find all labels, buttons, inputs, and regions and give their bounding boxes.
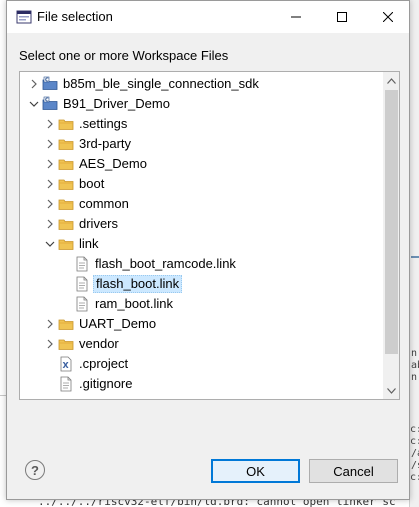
console-fragment: n <box>411 372 418 383</box>
tree-item-label: common <box>79 196 129 211</box>
tree-item-label: .settings <box>79 116 128 131</box>
chevron-right-icon[interactable] <box>44 338 56 350</box>
folder-icon <box>58 216 74 232</box>
chevron-right-icon[interactable] <box>44 138 56 150</box>
console-fragment: c:/ <box>410 436 419 447</box>
tree-item-folder[interactable]: vendor <box>20 334 383 354</box>
console-fragment: /s <box>411 460 419 471</box>
tree-item-folder[interactable]: link <box>20 234 383 254</box>
dialog-title: File selection <box>37 9 113 24</box>
workspace-file-tree[interactable]: Cb85m_ble_single_connection_sdk C B91_Driv… <box>19 71 400 400</box>
chevron-down-icon[interactable] <box>28 98 40 110</box>
file-icon <box>74 256 90 272</box>
minimize-button[interactable] <box>273 1 319 33</box>
ok-button[interactable]: OK <box>211 459 300 483</box>
console-fragment: c: <box>410 424 419 435</box>
tree-item-folder[interactable]: UART_Demo <box>20 314 383 334</box>
folder-icon <box>58 176 74 192</box>
console-fragment: n <box>411 348 418 359</box>
tree-item-file[interactable]: flash_boot.link <box>20 274 383 294</box>
tree-item-label: vendor <box>79 336 119 351</box>
tree-item-label: link <box>79 236 99 251</box>
chevron-right-icon[interactable] <box>44 318 56 330</box>
svg-text:X: X <box>63 361 70 370</box>
tree-item-label: drivers <box>79 216 119 231</box>
tree-item-label: b85m_ble_single_connection_sdk <box>63 76 259 91</box>
help-icon[interactable]: ? <box>25 460 45 480</box>
tree-item-folder[interactable]: drivers <box>20 214 383 234</box>
file-icon <box>58 376 74 392</box>
tree-item-label: UART_Demo <box>79 316 157 331</box>
tree-item-label: AES_Demo <box>79 156 147 171</box>
folder-icon <box>58 156 74 172</box>
folder-icon <box>58 196 74 212</box>
console-fragment: c: <box>410 472 419 483</box>
scroll-down-icon[interactable] <box>383 382 399 399</box>
chevron-right-icon[interactable] <box>44 178 56 190</box>
tree-item-folder[interactable]: common <box>20 194 383 214</box>
tree-item-label: 3rd-party <box>79 136 132 151</box>
folder-icon <box>58 336 74 352</box>
chevron-right-icon[interactable] <box>28 78 40 90</box>
eclipse-app-icon <box>16 9 32 25</box>
close-button[interactable] <box>365 1 411 33</box>
tree-item-project[interactable]: C B91_Driver_Demo <box>20 94 383 114</box>
chevron-down-icon[interactable] <box>44 238 56 250</box>
folder-icon <box>58 236 74 252</box>
tree-item-file[interactable]: .gitignore <box>20 374 383 394</box>
tree-item-label: flash_boot_ramcode.link <box>95 256 236 271</box>
tree-rows: Cb85m_ble_single_connection_sdk C B91_Driv… <box>20 74 383 394</box>
cproject-file-icon: X <box>58 356 74 372</box>
svg-text:C: C <box>45 97 49 103</box>
maximize-button[interactable] <box>319 1 365 33</box>
tree-item-file[interactable]: ram_boot.link <box>20 294 383 314</box>
tree-item-folder[interactable]: 3rd-party <box>20 134 383 154</box>
title-bar[interactable]: File selection <box>7 1 409 33</box>
console-fragment: ab <box>411 360 419 371</box>
file-selection-dialog: File selection Select one or more Worksp… <box>6 0 410 500</box>
scrollbar-thumb[interactable] <box>385 90 398 354</box>
project-icon: C <box>42 76 58 92</box>
file-icon <box>74 276 90 292</box>
tree-item-label: flash_boot.link <box>93 275 183 293</box>
tree-item-folder[interactable]: .settings <box>20 114 383 134</box>
tree-item-folder[interactable]: boot <box>20 174 383 194</box>
chevron-right-icon[interactable] <box>44 218 56 230</box>
tree-item-label: boot <box>79 176 105 191</box>
console-fragment: /a <box>411 448 419 459</box>
tree-item-label: .cproject <box>79 356 129 371</box>
folder-icon <box>58 136 74 152</box>
folder-icon <box>58 316 74 332</box>
svg-text:C: C <box>45 77 49 83</box>
tree-item-file[interactable]: flash_boot_ramcode.link <box>20 254 383 274</box>
instruction-label: Select one or more Workspace Files <box>19 48 229 63</box>
tree-item-project[interactable]: Cb85m_ble_single_connection_sdk <box>20 74 383 94</box>
ide-tab-marker <box>411 256 419 266</box>
tree-item-label: ram_boot.link <box>95 296 174 311</box>
vertical-scrollbar[interactable] <box>383 72 399 399</box>
chevron-right-icon[interactable] <box>44 158 56 170</box>
tree-item-folder[interactable]: AES_Demo <box>20 154 383 174</box>
tree-item-label: B91_Driver_Demo <box>63 96 170 111</box>
tree-item-label: .gitignore <box>79 376 133 391</box>
chevron-right-icon[interactable] <box>44 198 56 210</box>
tree-item-xfile[interactable]: X .cproject <box>20 354 383 374</box>
scroll-up-icon[interactable] <box>383 72 399 89</box>
file-icon <box>74 296 90 312</box>
chevron-right-icon[interactable] <box>44 118 56 130</box>
project-icon: C <box>42 96 58 112</box>
folder-icon <box>58 116 74 132</box>
cancel-button[interactable]: Cancel <box>309 459 398 483</box>
